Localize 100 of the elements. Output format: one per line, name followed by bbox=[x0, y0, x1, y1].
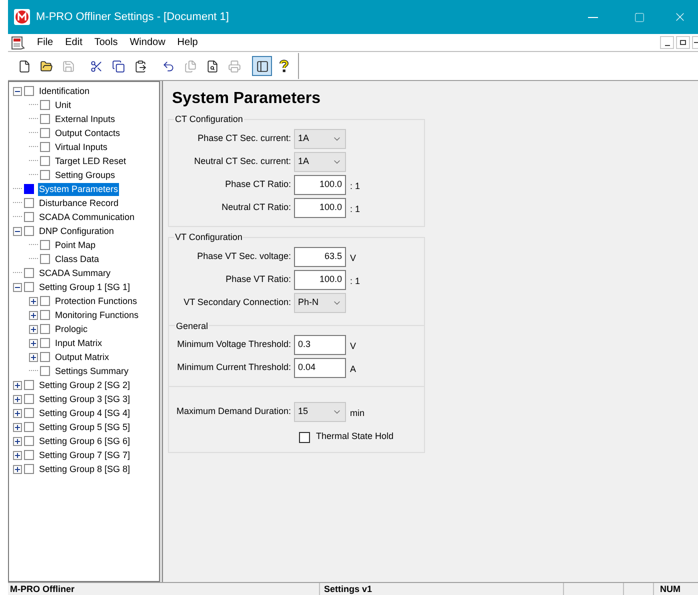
tree-checkbox[interactable] bbox=[24, 408, 34, 418]
dropdown-field[interactable]: 1A bbox=[294, 128, 346, 148]
collapse-icon[interactable] bbox=[13, 282, 22, 292]
tree-item[interactable]: Setting Group 8 [SG 8] bbox=[38, 462, 132, 476]
tree-item[interactable]: Output Contacts bbox=[54, 126, 122, 140]
expand-icon[interactable] bbox=[13, 436, 22, 446]
tree-item[interactable]: Target LED Reset bbox=[54, 154, 128, 168]
tree-item[interactable]: Setting Group 6 [SG 6] bbox=[38, 434, 132, 448]
expand-icon[interactable] bbox=[13, 380, 22, 390]
tree-item[interactable]: Setting Group 7 [SG 7] bbox=[38, 448, 132, 462]
menu-item[interactable]: Help bbox=[171, 35, 204, 50]
expand-icon[interactable] bbox=[29, 352, 38, 362]
tree-checkbox[interactable] bbox=[24, 282, 34, 292]
tree-checkbox[interactable] bbox=[24, 450, 34, 460]
tree-checkbox[interactable] bbox=[24, 226, 34, 236]
input-field[interactable]: 100.0 bbox=[294, 174, 346, 194]
tree-checkbox[interactable] bbox=[40, 254, 50, 264]
tree-checkbox[interactable] bbox=[40, 156, 50, 166]
tree-item[interactable]: External Inputs bbox=[54, 112, 116, 126]
expand-icon[interactable] bbox=[13, 464, 22, 474]
tree-checkbox[interactable] bbox=[24, 394, 34, 404]
tree-item[interactable]: Point Map bbox=[54, 238, 97, 252]
tree-item[interactable]: DNP Configuration bbox=[38, 224, 115, 238]
tree-item[interactable]: Class Data bbox=[54, 252, 100, 266]
tree-checkbox[interactable] bbox=[40, 366, 50, 376]
tree-item[interactable]: Setting Groups bbox=[54, 168, 116, 182]
input-field[interactable]: 100.0 bbox=[294, 198, 346, 218]
tree-item[interactable]: Prologic bbox=[54, 322, 89, 336]
tree-checkbox[interactable] bbox=[24, 198, 34, 208]
unit-label: : 1 bbox=[350, 202, 360, 216]
tree-checkbox[interactable] bbox=[40, 114, 50, 124]
tree-checkbox[interactable] bbox=[40, 324, 50, 334]
tree-checkbox[interactable] bbox=[24, 422, 34, 432]
tree-item[interactable]: Monitoring Functions bbox=[54, 308, 140, 322]
tree-item[interactable]: Settings Summary bbox=[54, 364, 130, 378]
unit-label: A bbox=[350, 362, 356, 376]
group-title: CT Configuration bbox=[174, 113, 244, 126]
child-minimize-button[interactable] bbox=[660, 36, 674, 49]
tree-item[interactable]: SCADA Communication bbox=[38, 210, 136, 224]
window-title: M-PRO Offliner Settings - [Document 1] bbox=[36, 10, 229, 25]
child-restore-button[interactable] bbox=[676, 36, 690, 49]
menu-item[interactable]: Edit bbox=[59, 35, 88, 50]
collapse-icon[interactable] bbox=[13, 86, 22, 96]
page-title: System Parameters bbox=[172, 89, 322, 109]
thermal-checkbox[interactable] bbox=[299, 432, 310, 442]
tree-item[interactable]: Setting Group 3 [SG 3] bbox=[38, 392, 132, 406]
tree-item[interactable]: Setting Group 4 [SG 4] bbox=[38, 406, 132, 420]
child-close-button[interactable] bbox=[692, 36, 698, 49]
expand-icon[interactable] bbox=[29, 310, 38, 320]
tree-checkbox[interactable] bbox=[40, 296, 50, 306]
tree-item[interactable]: Setting Group 1 [SG 1] bbox=[38, 280, 132, 294]
input-field[interactable]: 63.5 bbox=[294, 246, 346, 266]
input-field[interactable]: 100.0 bbox=[294, 270, 346, 290]
tree-item[interactable]: Output Matrix bbox=[54, 350, 110, 364]
dropdown-field[interactable]: Ph-N bbox=[294, 292, 346, 312]
tree-checkbox[interactable] bbox=[24, 380, 34, 390]
tree-checkbox[interactable] bbox=[24, 464, 34, 474]
toolbar-button[interactable] bbox=[252, 56, 272, 76]
tree-item[interactable]: Protection Functions bbox=[54, 294, 138, 308]
dropdown-field[interactable]: 1A bbox=[294, 152, 346, 172]
tree-checkbox[interactable] bbox=[24, 436, 34, 446]
tree-item[interactable]: Identification bbox=[38, 84, 91, 98]
expand-icon[interactable] bbox=[29, 338, 38, 348]
tree-item[interactable]: Virtual Inputs bbox=[54, 140, 108, 154]
tree-item[interactable]: SCADA Summary bbox=[38, 266, 112, 280]
maximize-icon bbox=[634, 12, 644, 22]
tree-checkbox[interactable] bbox=[24, 86, 34, 96]
tree-checkbox[interactable] bbox=[40, 352, 50, 362]
input-field[interactable]: 0.04 bbox=[294, 358, 346, 378]
tree-item[interactable]: Disturbance Record bbox=[38, 196, 120, 210]
tree-item[interactable]: Setting Group 2 [SG 2] bbox=[38, 378, 132, 392]
expand-icon[interactable] bbox=[13, 408, 22, 418]
dropdown-field[interactable]: 15 bbox=[294, 402, 346, 422]
tree-item[interactable]: System Parameters bbox=[38, 182, 120, 196]
menu-item[interactable]: Window bbox=[124, 35, 172, 50]
tree-checkbox[interactable] bbox=[40, 100, 50, 110]
tree-item[interactable]: Input Matrix bbox=[54, 336, 104, 350]
tree-checkbox[interactable] bbox=[40, 170, 50, 180]
tree-checkbox[interactable] bbox=[40, 128, 50, 138]
tree-checkbox[interactable] bbox=[40, 338, 50, 348]
expand-icon[interactable] bbox=[29, 324, 38, 334]
tree-checkbox[interactable] bbox=[40, 142, 50, 152]
status-text: M-PRO Offliner bbox=[8, 583, 320, 595]
document-icon bbox=[11, 36, 25, 50]
tree-item[interactable]: Unit bbox=[54, 98, 72, 112]
collapse-icon[interactable] bbox=[13, 226, 22, 236]
folder-icon bbox=[40, 60, 52, 72]
tree-item[interactable]: Setting Group 5 [SG 5] bbox=[38, 420, 132, 434]
tree-checkbox[interactable] bbox=[24, 212, 34, 222]
expand-icon[interactable] bbox=[13, 450, 22, 460]
menu-item[interactable]: File bbox=[31, 35, 60, 50]
input-field[interactable]: 0.3 bbox=[294, 334, 346, 354]
expand-icon[interactable] bbox=[29, 296, 38, 306]
expand-icon[interactable] bbox=[13, 422, 22, 432]
menu-item[interactable]: Tools bbox=[88, 35, 124, 50]
tree-checkbox[interactable] bbox=[24, 184, 34, 194]
tree-checkbox[interactable] bbox=[40, 240, 50, 250]
tree-checkbox[interactable] bbox=[24, 268, 34, 278]
expand-icon[interactable] bbox=[13, 394, 22, 404]
tree-checkbox[interactable] bbox=[40, 310, 50, 320]
